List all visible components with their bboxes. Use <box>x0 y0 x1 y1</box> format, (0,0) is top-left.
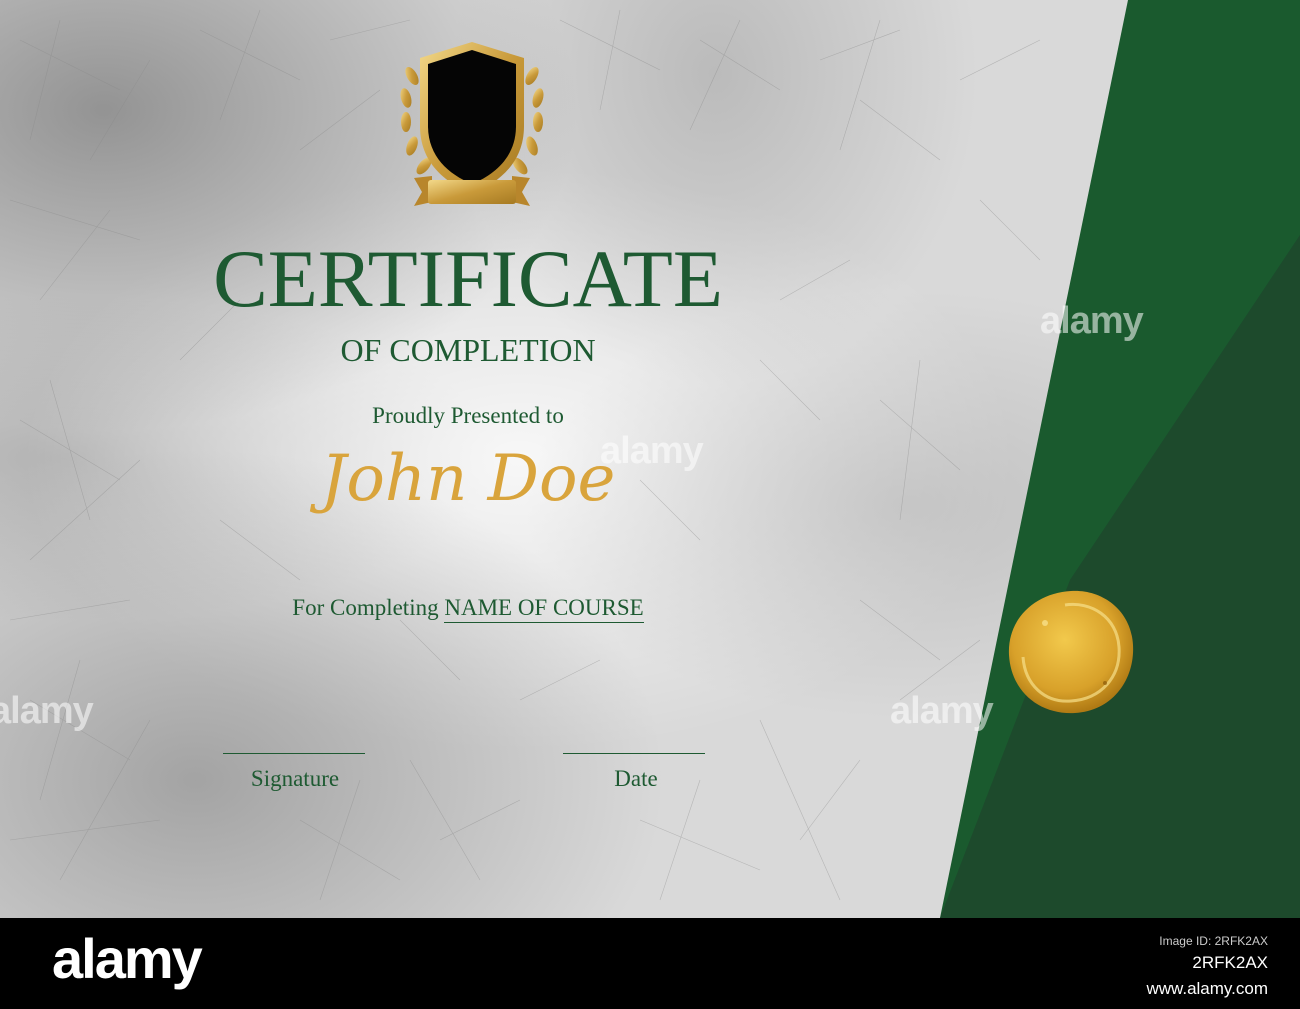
watermark: alamy <box>0 690 94 732</box>
course-line: For Completing NAME OF COURSE <box>0 595 936 623</box>
recipient-name: John Doe <box>320 442 616 516</box>
stock-image-id: Image ID: 2RFK2AX 2RFK2AX www.alamy.com <box>1146 932 1268 1001</box>
signature-label: Signature <box>250 766 340 791</box>
certificate: alamy alamy alamy alamy CERTIFICATE OF C… <box>0 0 1300 918</box>
watermark: alamy <box>890 690 994 732</box>
certificate-subtitle: OF COMPLETION <box>340 332 596 368</box>
course-prefix: For Completing <box>292 595 439 620</box>
certificate-title: CERTIFICATE <box>213 233 723 324</box>
date-line <box>563 753 705 754</box>
stock-url: www.alamy.com <box>1146 978 1268 998</box>
signature-line <box>223 753 365 754</box>
presented-to-label: Proudly Presented to <box>372 403 564 428</box>
gold-seal-icon <box>1008 590 1134 714</box>
course-name: NAME OF COURSE <box>444 595 644 623</box>
shield-laurel-crest-icon <box>400 42 544 206</box>
watermark: alamy <box>1040 300 1144 342</box>
alamy-logo: alamy <box>52 927 203 990</box>
image-id: 2RFK2AX <box>1192 953 1268 972</box>
image-id-caption: Image ID: 2RFK2AX <box>1159 934 1268 948</box>
date-label: Date <box>614 766 658 791</box>
